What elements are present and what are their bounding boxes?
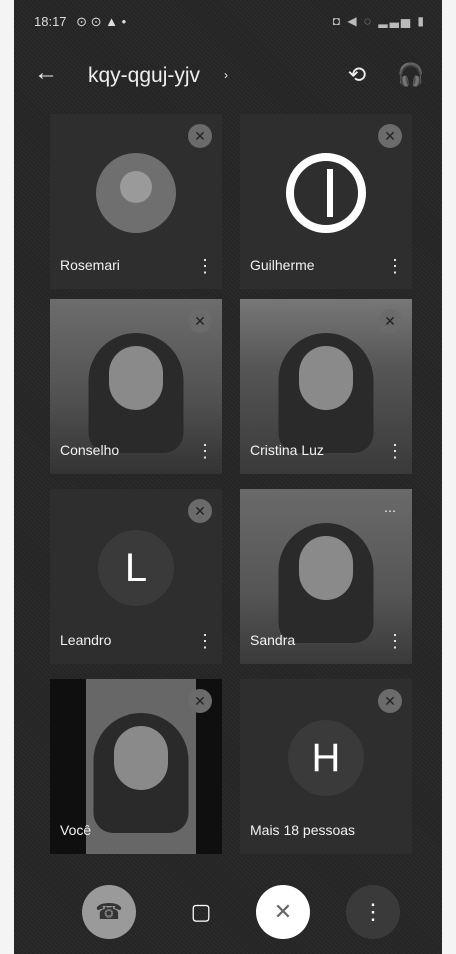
- camera-switch-icon[interactable]: ⟲: [342, 60, 372, 90]
- mic-off-icon: ✕: [188, 124, 212, 148]
- participant-name: Sandra: [250, 632, 296, 648]
- speaking-indicator-icon: ⋯: [384, 504, 396, 518]
- face: [114, 725, 168, 790]
- more-options-button[interactable]: ⋮: [346, 885, 400, 939]
- mic-off-icon: ✕: [188, 689, 212, 713]
- more-participants-label: Mais 18 pessoas: [250, 822, 356, 838]
- face: [109, 345, 163, 410]
- face: [299, 535, 353, 600]
- camera-toggle-button[interactable]: ▢: [174, 885, 228, 939]
- participant-name: Você: [60, 822, 92, 838]
- self-video-frame: [86, 679, 196, 854]
- mic-toggle-button[interactable]: ✕: [256, 885, 310, 939]
- status-time: 18:17: [34, 14, 67, 29]
- chevron-right-icon[interactable]: ›: [224, 68, 228, 82]
- avatar-letter: L: [98, 529, 174, 606]
- status-bar-right-icons: ◘ ◀ ◌ ▂▃▅ ▮: [332, 14, 426, 28]
- participant-tile-rosemari[interactable]: ✕ Rosemari ⋮: [50, 114, 222, 289]
- mic-off-icon: ✕: [378, 689, 402, 713]
- more-options-icon[interactable]: ⋮: [196, 630, 214, 652]
- logo-icon: [286, 152, 366, 233]
- participant-name: Leandro: [60, 632, 112, 648]
- headphones-icon[interactable]: 🎧: [396, 60, 426, 90]
- mic-off-icon: ✕: [188, 499, 212, 523]
- phone-screen: 18:17 ⊙ ⊙ ▲ • ◘ ◀ ◌ ▂▃▅ ▮ ← kqy-qguj-yjv…: [14, 0, 442, 954]
- more-participants-tile[interactable]: H ✕ Mais 18 pessoas: [240, 679, 412, 854]
- meeting-code[interactable]: kqy-qguj-yjv: [88, 64, 200, 88]
- participant-tile-leandro[interactable]: L ✕ Leandro ⋮: [50, 489, 222, 664]
- top-bar: ← kqy-qguj-yjv › ⟲ 🎧: [14, 54, 442, 102]
- participant-name: Rosemari: [60, 257, 120, 273]
- more-options-icon[interactable]: ⋮: [386, 630, 404, 652]
- participant-tile-cristina-luz[interactable]: ✕ Cristina Luz ⋮: [240, 299, 412, 474]
- participant-name: Cristina Luz: [250, 442, 324, 458]
- more-options-icon[interactable]: ⋮: [196, 255, 214, 277]
- face: [299, 345, 353, 410]
- mic-off-icon: ✕: [378, 309, 402, 333]
- avatar-letter: H: [288, 719, 364, 796]
- participant-name: Conselho: [60, 442, 120, 458]
- participant-tile-sandra[interactable]: ⋯ Sandra ⋮: [240, 489, 412, 664]
- more-options-icon[interactable]: ⋮: [196, 440, 214, 462]
- participant-tile-self[interactable]: ✕ Você: [50, 679, 222, 854]
- end-call-button[interactable]: ☎: [82, 885, 136, 939]
- more-options-icon[interactable]: ⋮: [386, 255, 404, 277]
- mic-off-icon: ✕: [378, 124, 402, 148]
- status-bar-left: 18:17 ⊙ ⊙ ▲ •: [34, 14, 126, 30]
- status-left-icons: ⊙ ⊙ ▲ •: [76, 14, 127, 29]
- avatar: [96, 152, 176, 233]
- call-controls: ☎ ▢ ✕ ⋮: [14, 885, 442, 945]
- participant-tile-guilherme[interactable]: ✕ Guilherme ⋮: [240, 114, 412, 289]
- more-options-icon[interactable]: ⋮: [386, 440, 404, 462]
- participant-tile-conselho[interactable]: ✕ Conselho ⋮: [50, 299, 222, 474]
- participant-name: Guilherme: [250, 257, 315, 273]
- mic-off-icon: ✕: [188, 309, 212, 333]
- back-arrow-icon[interactable]: ←: [34, 60, 60, 86]
